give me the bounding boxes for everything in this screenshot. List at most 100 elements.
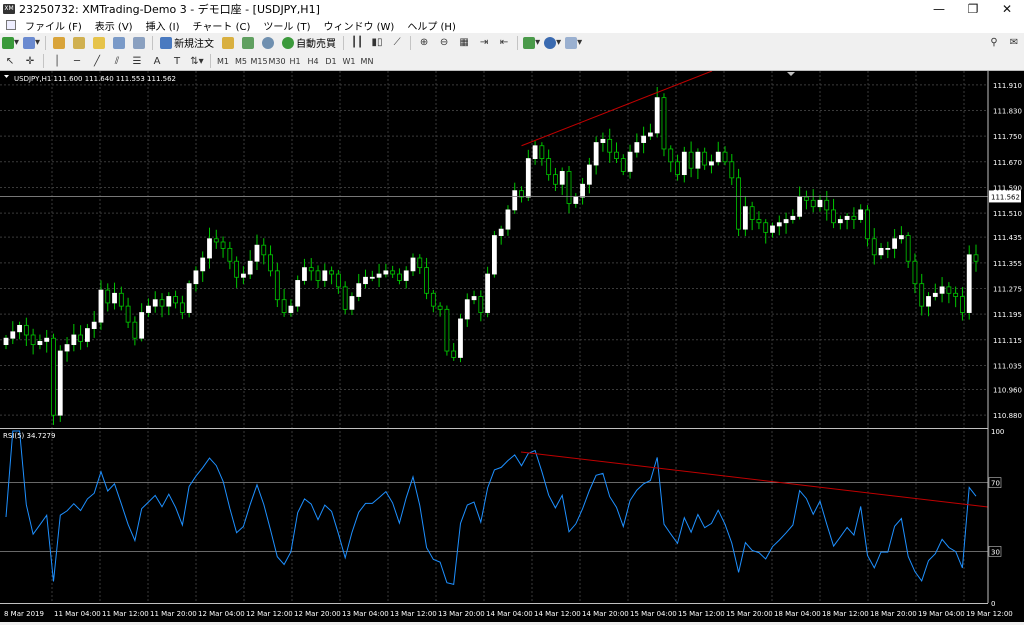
trendline-icon[interactable]: ╱ — [89, 53, 105, 69]
periods-icon[interactable]: ▾ — [544, 35, 561, 51]
candle-body — [804, 196, 809, 201]
candle-body — [37, 341, 43, 346]
candle-body — [885, 247, 891, 250]
chart-shift-icon[interactable]: ⇤ — [496, 35, 512, 51]
zoom-in-icon[interactable]: ⊕ — [416, 35, 432, 51]
templates-icon[interactable]: ▾ — [565, 35, 582, 51]
candle-body — [302, 267, 307, 281]
candle-body — [139, 312, 145, 339]
tf-mn[interactable]: MN — [358, 57, 376, 66]
candle-body — [756, 219, 762, 224]
candle-body — [281, 299, 287, 313]
metaeditor-icon[interactable] — [220, 35, 236, 51]
candle-body — [363, 276, 368, 285]
strategy-tester-icon[interactable] — [131, 35, 147, 51]
menu-help[interactable]: ヘルプ (H) — [402, 18, 464, 33]
candle-body — [329, 270, 334, 275]
price-tick-label: 111.750 — [993, 133, 1022, 141]
auto-trading-button[interactable]: 自動売買 — [282, 35, 336, 51]
price-tick-label: 111.275 — [993, 285, 1022, 293]
candle-body — [186, 283, 192, 313]
data-window-icon[interactable] — [71, 35, 87, 51]
candle-body — [159, 299, 165, 307]
candle-body — [152, 299, 158, 307]
search-icon[interactable]: ⚲ — [986, 35, 1002, 51]
price-chart[interactable]: 111.910111.830111.750111.670111.590111.5… — [0, 70, 1024, 622]
menu-view[interactable]: 表示 (V) — [90, 18, 141, 33]
tf-m5[interactable]: M5 — [232, 57, 250, 66]
tf-d1[interactable]: D1 — [322, 57, 340, 66]
zoom-out-icon[interactable]: ⊖ — [436, 35, 452, 51]
candle-body — [349, 296, 355, 310]
auto-scroll-icon[interactable]: ⇥ — [476, 35, 492, 51]
candle-body — [295, 280, 301, 307]
candle-body — [824, 199, 830, 211]
restore-icon[interactable]: ❐ — [956, 0, 990, 17]
crosshair-icon[interactable]: ✛ — [22, 53, 38, 69]
fibonacci-icon[interactable]: ☰ — [129, 53, 145, 69]
price-tick-label: 111.510 — [993, 210, 1022, 218]
menu-chart[interactable]: チャート (C) — [188, 18, 259, 33]
chat-icon[interactable]: ✉ — [1006, 35, 1022, 51]
menu-file[interactable]: ファイル (F) — [20, 18, 90, 33]
indicators-icon[interactable]: ▾ — [523, 35, 540, 51]
candle-body — [491, 235, 497, 275]
candle-body — [200, 257, 206, 272]
chart-shift-marker-icon — [787, 72, 795, 76]
menu-tools[interactable]: ツール (T) — [258, 18, 318, 33]
text-icon[interactable]: A — [149, 53, 165, 69]
tf-m1[interactable]: M1 — [214, 57, 232, 66]
candle-body — [173, 296, 178, 304]
time-tick-label: 12 Mar 12:00 — [246, 610, 293, 618]
chart-window[interactable]: 111.910 111.830 111.750 111.670 111.590 111.5… — [0, 70, 1024, 622]
profiles-icon[interactable]: ▾ — [23, 35, 40, 51]
new-chart-icon[interactable]: ▾ — [2, 35, 19, 51]
cursor-icon[interactable]: ↖ — [2, 53, 18, 69]
candle-body — [654, 97, 660, 134]
time-tick-label: 14 Mar 20:00 — [582, 610, 629, 618]
new-order-button[interactable]: 新規注文 — [160, 35, 214, 51]
chart-grid — [0, 71, 988, 603]
candle-body — [390, 270, 396, 275]
candle-body — [397, 273, 402, 281]
channel-icon[interactable]: ⫽ — [109, 53, 125, 69]
horizontal-line-icon[interactable]: ─ — [69, 53, 85, 69]
market-icon[interactable] — [260, 35, 276, 51]
candle-body — [356, 283, 362, 297]
market-watch-icon[interactable] — [51, 35, 67, 51]
tf-m30[interactable]: M30 — [268, 57, 286, 66]
navigator-icon[interactable] — [91, 35, 107, 51]
candle-body — [695, 151, 701, 169]
candle-body — [919, 283, 925, 307]
menu-bar: ファイル (F) 表示 (V) 挿入 (I) チャート (C) ツール (T) … — [0, 17, 1024, 49]
bar-chart-icon[interactable]: ┃┃ — [349, 35, 365, 51]
chart-window-icon[interactable] — [6, 20, 16, 30]
arrows-icon[interactable]: ⇅▾ — [189, 53, 205, 69]
tf-m15[interactable]: M15 — [250, 57, 268, 66]
tile-windows-icon[interactable]: ▦ — [456, 35, 472, 51]
signals-icon[interactable] — [240, 35, 256, 51]
chart-header: USDJPY,H1 111.600 111.640 111.553 111.56… — [14, 75, 176, 83]
price-tick-label: 111.910 — [993, 82, 1022, 90]
minimize-icon[interactable]: — — [922, 0, 956, 17]
candle-body — [315, 270, 321, 281]
time-tick-label: 15 Mar 20:00 — [726, 610, 773, 618]
price-tick-label: 111.435 — [993, 234, 1022, 242]
candlestick-icon[interactable]: ▮▯ — [369, 35, 385, 51]
line-chart-icon[interactable]: ⟋ — [389, 35, 405, 51]
tf-w1[interactable]: W1 — [340, 57, 358, 66]
rsi-line — [5, 430, 977, 586]
time-tick-label: 13 Mar 20:00 — [438, 610, 485, 618]
candle-body — [620, 158, 626, 172]
candle-body — [702, 151, 708, 166]
candle-body — [926, 296, 931, 307]
menu-window[interactable]: ウィンドウ (W) — [318, 18, 402, 33]
vertical-line-icon[interactable]: │ — [49, 53, 65, 69]
close-icon[interactable]: ✕ — [990, 0, 1024, 17]
menu-insert[interactable]: 挿入 (I) — [141, 18, 188, 33]
text-label-icon[interactable]: T — [169, 53, 185, 69]
tf-h4[interactable]: H4 — [304, 57, 322, 66]
terminal-icon[interactable] — [111, 35, 127, 51]
candle-body — [166, 296, 172, 307]
tf-h1[interactable]: H1 — [286, 57, 304, 66]
